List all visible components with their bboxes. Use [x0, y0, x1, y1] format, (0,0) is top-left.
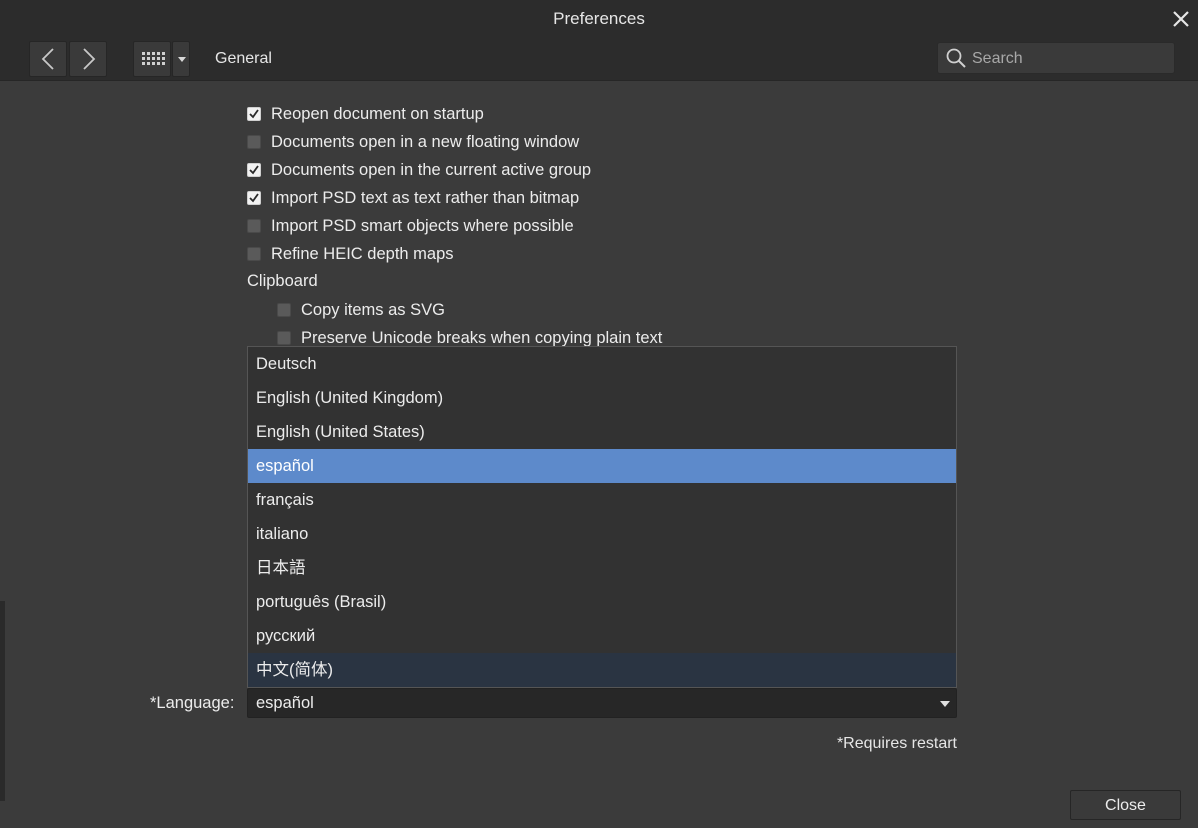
language-selected-value: español: [256, 694, 314, 712]
option-psd-text[interactable]: Import PSD text as text rather than bitm…: [247, 187, 579, 209]
language-option-portugues[interactable]: português (Brasil): [248, 585, 956, 619]
grid-icon: [142, 52, 165, 65]
language-option-chinese[interactable]: 中文(简体): [248, 653, 956, 687]
check-icon: [249, 193, 259, 203]
option-label: Documents open in a new floating window: [271, 132, 580, 151]
general-panel: Reopen document on startup Documents ope…: [0, 81, 1198, 828]
language-label: *Language:: [150, 694, 235, 712]
option-label: Reopen document on startup: [271, 104, 484, 123]
left-edge: [0, 601, 5, 801]
check-icon: [249, 109, 259, 119]
checkbox-checked[interactable]: [247, 191, 261, 205]
checkbox-unchecked[interactable]: [277, 331, 291, 345]
option-label: Import PSD smart objects where possible: [271, 216, 574, 235]
option-floating-window[interactable]: Documents open in a new floating window: [247, 131, 579, 153]
option-reopen-document[interactable]: Reopen document on startup: [247, 103, 484, 125]
language-option-russian[interactable]: русский: [248, 619, 956, 653]
language-option-italiano[interactable]: italiano: [248, 517, 956, 551]
title-bar: Preferences: [0, 0, 1198, 38]
option-label: Documents open in the current active gro…: [271, 160, 592, 179]
back-button[interactable]: [29, 41, 67, 77]
caret-down-icon: [178, 57, 186, 62]
checkbox-unchecked[interactable]: [247, 135, 261, 149]
option-heic-depth[interactable]: Refine HEIC depth maps: [247, 243, 454, 265]
window-title: Preferences: [553, 9, 645, 28]
checkbox-unchecked[interactable]: [247, 219, 261, 233]
grid-view-button[interactable]: [133, 41, 171, 77]
chevron-right-icon: [83, 48, 96, 70]
option-active-group[interactable]: Documents open in the current active gro…: [247, 159, 591, 181]
checkbox-checked[interactable]: [247, 163, 261, 177]
forward-button[interactable]: [69, 41, 107, 77]
language-option-espanol[interactable]: español: [248, 449, 956, 483]
check-icon: [249, 165, 259, 175]
checkbox-unchecked[interactable]: [247, 247, 261, 261]
option-psd-smart-objects[interactable]: Import PSD smart objects where possible: [247, 215, 574, 237]
close-button[interactable]: Close: [1070, 790, 1181, 820]
checkbox-unchecked[interactable]: [277, 303, 291, 317]
section-label: General: [215, 50, 272, 67]
option-label: Preserve Unicode breaks when copying pla…: [301, 328, 663, 347]
grid-menu-button[interactable]: [172, 41, 190, 77]
toolbar: General: [0, 38, 1198, 81]
language-option-deutsch[interactable]: Deutsch: [248, 347, 956, 381]
search-box[interactable]: [937, 42, 1175, 74]
checkbox-checked[interactable]: [247, 107, 261, 121]
caret-down-icon: [940, 701, 950, 707]
requires-restart-note: *Requires restart: [836, 735, 957, 752]
option-label: Import PSD text as text rather than bitm…: [271, 188, 580, 207]
option-copy-svg[interactable]: Copy items as SVG: [277, 299, 445, 321]
close-window-icon[interactable]: [1168, 6, 1194, 32]
language-select[interactable]: español: [247, 688, 957, 718]
language-option-japanese[interactable]: 日本語: [248, 551, 956, 585]
option-label: Refine HEIC depth maps: [271, 244, 454, 263]
language-option-francais[interactable]: français: [248, 483, 956, 517]
language-option-english-uk[interactable]: English (United Kingdom): [248, 381, 956, 415]
option-label: Copy items as SVG: [301, 300, 445, 319]
language-option-english-us[interactable]: English (United States): [248, 415, 956, 449]
search-input[interactable]: [970, 47, 1170, 71]
chevron-left-icon: [41, 48, 54, 70]
search-icon: [946, 48, 966, 68]
language-dropdown-list: Deutsch English (United Kingdom) English…: [247, 346, 957, 688]
clipboard-heading: Clipboard: [247, 272, 318, 290]
preferences-window: Preferences General Search Reopen docume…: [0, 0, 1198, 828]
